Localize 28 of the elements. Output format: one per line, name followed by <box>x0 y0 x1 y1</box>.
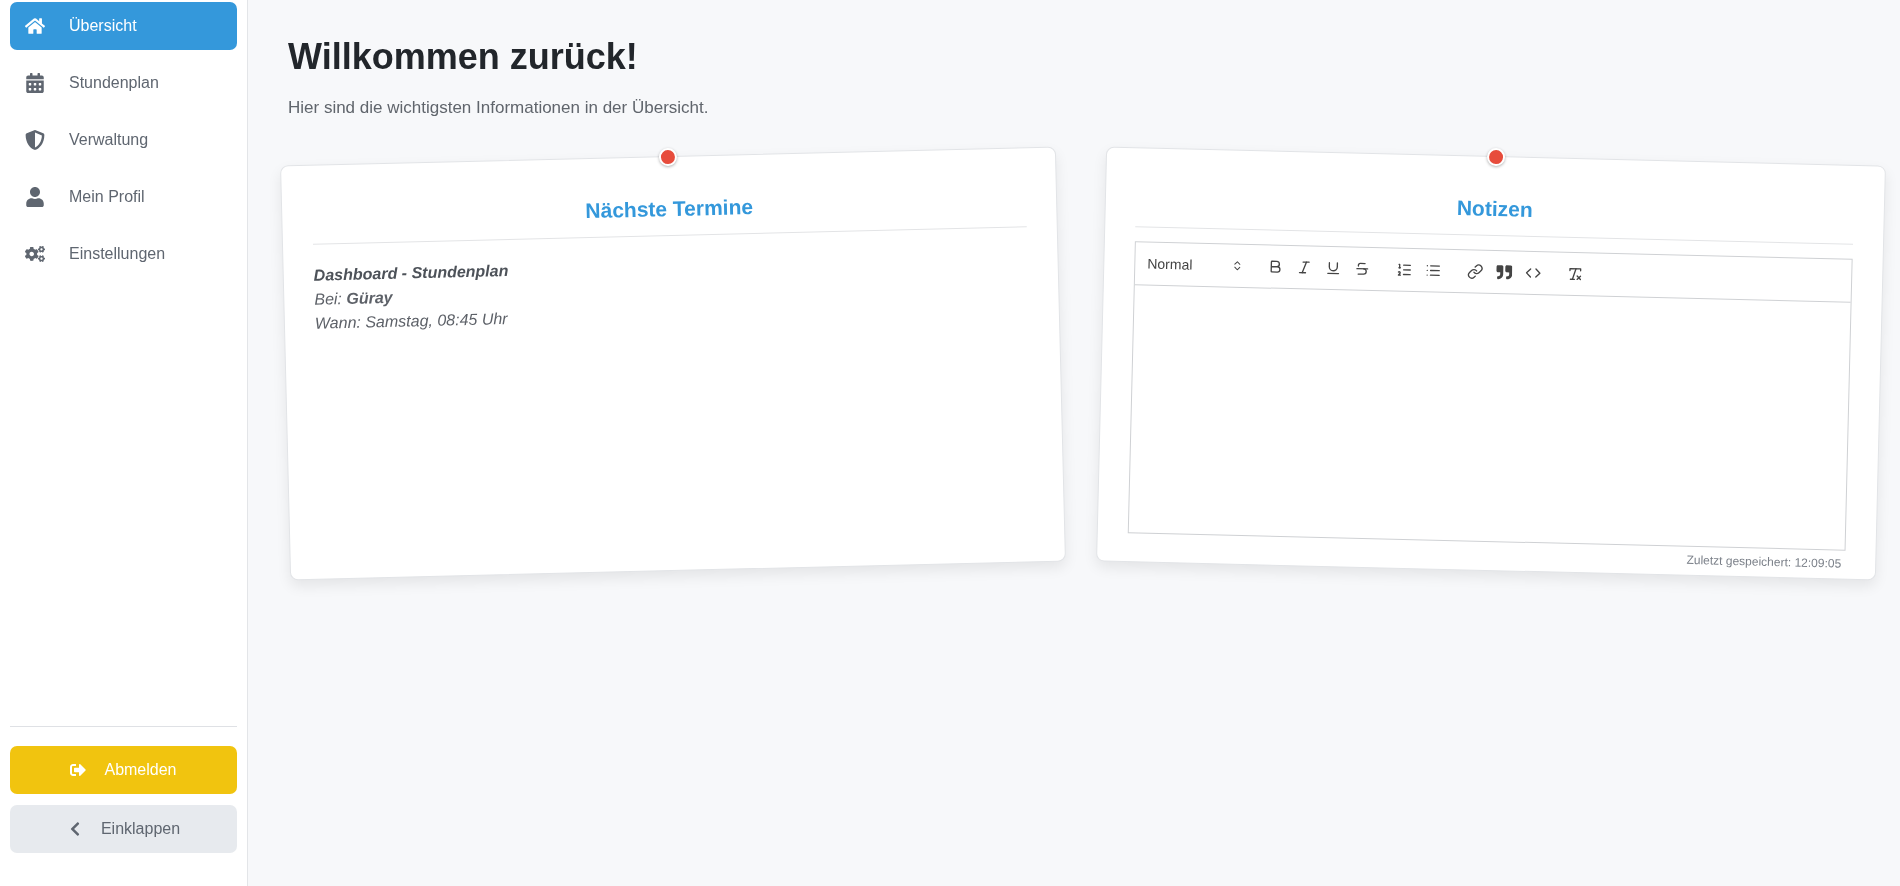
user-icon <box>25 187 45 207</box>
home-icon <box>25 16 45 36</box>
calendar-icon <box>25 73 45 93</box>
card-title: Notizen <box>1135 188 1854 245</box>
strikethrough-icon <box>1354 260 1371 277</box>
quote-icon <box>1496 264 1513 281</box>
underline-icon <box>1325 259 1342 277</box>
nav-item[interactable]: Mein Profil <box>10 173 237 221</box>
italic-icon <box>1296 259 1313 276</box>
link-button[interactable] <box>1465 261 1486 282</box>
gears-icon <box>25 244 45 264</box>
bullet-list-icon <box>1425 262 1442 279</box>
page-title: Willkommen zurück! <box>288 36 639 78</box>
nav-item[interactable]: Übersicht <box>10 2 237 50</box>
shield-icon <box>25 130 45 150</box>
saved-time: Zuletzt gespeichert: 12:09:05 <box>1685 551 1842 571</box>
clear-format-icon <box>1567 265 1584 283</box>
nav-item[interactable]: Einstellungen <box>10 230 237 278</box>
collapse-button[interactable]: Einklappen <box>10 805 237 853</box>
format-select[interactable]: Normal <box>1147 255 1244 274</box>
numbered-list-icon <box>1396 261 1413 279</box>
card-title: Nächste Termine <box>312 188 1027 245</box>
nav-item[interactable]: Stundenplan <box>10 59 237 107</box>
nav-item[interactable]: Verwaltung <box>10 116 237 164</box>
link-icon <box>1467 263 1484 280</box>
page-subtitle: Hier sind die wichtigsten Informationen in der Übersicht. <box>288 98 710 118</box>
logout-icon <box>70 762 87 778</box>
appointment-title: Dashboard - Stundenplan <box>313 261 510 285</box>
